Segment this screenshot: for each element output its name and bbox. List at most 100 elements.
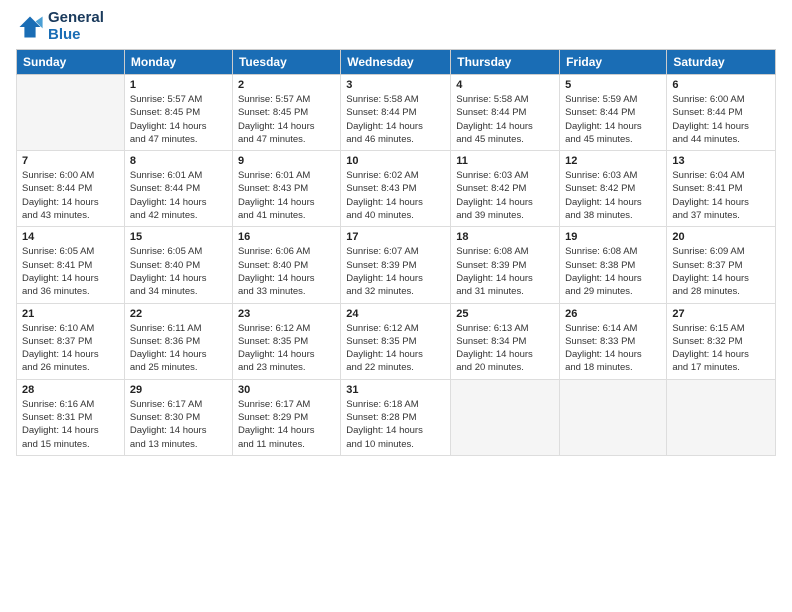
cell-content: Sunrise: 6:02 AM Sunset: 8:43 PM Dayligh…: [346, 169, 445, 222]
day-number: 11: [456, 155, 554, 167]
day-number: 14: [22, 231, 119, 243]
cell-content: Sunrise: 6:05 AM Sunset: 8:41 PM Dayligh…: [22, 245, 119, 298]
day-number: 6: [672, 79, 770, 91]
calendar-cell: 23 Sunrise: 6:12 AM Sunset: 8:35 PM Dayli…: [232, 303, 340, 379]
calendar-cell: 11 Sunrise: 6:03 AM Sunset: 8:42 PM Dayli…: [451, 151, 560, 227]
header-row: General Blue: [16, 10, 776, 43]
calendar-cell: 22Sunrise: 6:11 AM Sunset: 8:36 PM Dayli…: [124, 303, 232, 379]
col-wednesday: Wednesday: [341, 50, 451, 75]
calendar-table: Sunday Monday Tuesday Wednesday Thursday…: [16, 49, 776, 456]
day-number: 17: [346, 231, 445, 243]
calendar-cell: 30 Sunrise: 6:17 AM Sunset: 8:29 PM Dayli…: [232, 379, 340, 455]
calendar-cell: 4 Sunrise: 5:58 AM Sunset: 8:44 PM Daylig…: [451, 75, 560, 151]
calendar-week-row: 28 Sunrise: 6:16 AM Sunset: 8:31 PM Dayli…: [17, 379, 776, 455]
col-tuesday: Tuesday: [232, 50, 340, 75]
col-monday: Monday: [124, 50, 232, 75]
day-number: 21: [22, 308, 119, 320]
calendar-cell: 12 Sunrise: 6:03 AM Sunset: 8:42 PM Dayli…: [560, 151, 667, 227]
calendar-cell: 28 Sunrise: 6:16 AM Sunset: 8:31 PM Dayli…: [17, 379, 125, 455]
calendar-cell: 1Sunrise: 5:57 AM Sunset: 8:45 PM Daylig…: [124, 75, 232, 151]
logo-icon: [16, 13, 44, 41]
col-friday: Friday: [560, 50, 667, 75]
day-number: 5: [565, 79, 661, 91]
col-thursday: Thursday: [451, 50, 560, 75]
cell-content: Sunrise: 6:03 AM Sunset: 8:42 PM Dayligh…: [456, 169, 554, 222]
day-number: 3: [346, 79, 445, 91]
cell-content: Sunrise: 6:16 AM Sunset: 8:31 PM Dayligh…: [22, 398, 119, 451]
cell-content: Sunrise: 6:18 AM Sunset: 8:28 PM Dayligh…: [346, 398, 445, 451]
calendar-cell: 5 Sunrise: 5:59 AM Sunset: 8:44 PM Daylig…: [560, 75, 667, 151]
calendar-cell: [667, 379, 776, 455]
calendar-cell: 19 Sunrise: 6:08 AM Sunset: 8:38 PM Dayli…: [560, 227, 667, 303]
col-saturday: Saturday: [667, 50, 776, 75]
cell-content: Sunrise: 5:58 AM Sunset: 8:44 PM Dayligh…: [456, 93, 554, 146]
day-number: 10: [346, 155, 445, 167]
calendar-cell: 8Sunrise: 6:01 AM Sunset: 8:44 PM Daylig…: [124, 151, 232, 227]
day-number: 26: [565, 308, 661, 320]
calendar-cell: [17, 75, 125, 151]
calendar-week-row: 7 Sunrise: 6:00 AM Sunset: 8:44 PM Daylig…: [17, 151, 776, 227]
cell-content: Sunrise: 6:00 AM Sunset: 8:44 PM Dayligh…: [22, 169, 119, 222]
day-number: 7: [22, 155, 119, 167]
cell-content: Sunrise: 6:03 AM Sunset: 8:42 PM Dayligh…: [565, 169, 661, 222]
calendar-cell: 31 Sunrise: 6:18 AM Sunset: 8:28 PM Dayli…: [341, 379, 451, 455]
cell-content: Sunrise: 6:14 AM Sunset: 8:33 PM Dayligh…: [565, 322, 661, 375]
cell-content: Sunrise: 6:06 AM Sunset: 8:40 PM Dayligh…: [238, 245, 335, 298]
cell-content: Sunrise: 6:12 AM Sunset: 8:35 PM Dayligh…: [238, 322, 335, 375]
calendar-cell: 24 Sunrise: 6:12 AM Sunset: 8:35 PM Dayli…: [341, 303, 451, 379]
cell-content: Sunrise: 6:10 AM Sunset: 8:37 PM Dayligh…: [22, 322, 119, 375]
day-number: 25: [456, 308, 554, 320]
calendar-cell: 3Sunrise: 5:58 AM Sunset: 8:44 PM Daylig…: [341, 75, 451, 151]
day-number: 15: [130, 231, 227, 243]
cell-content: Sunrise: 6:07 AM Sunset: 8:39 PM Dayligh…: [346, 245, 445, 298]
calendar-cell: 6Sunrise: 6:00 AM Sunset: 8:44 PM Daylig…: [667, 75, 776, 151]
logo-text: General Blue: [48, 10, 104, 43]
day-number: 2: [238, 79, 335, 91]
day-number: 9: [238, 155, 335, 167]
calendar-cell: 16 Sunrise: 6:06 AM Sunset: 8:40 PM Dayli…: [232, 227, 340, 303]
cell-content: Sunrise: 6:09 AM Sunset: 8:37 PM Dayligh…: [672, 245, 770, 298]
day-number: 18: [456, 231, 554, 243]
calendar-week-row: 21 Sunrise: 6:10 AM Sunset: 8:37 PM Dayli…: [17, 303, 776, 379]
cell-content: Sunrise: 6:05 AM Sunset: 8:40 PM Dayligh…: [130, 245, 227, 298]
calendar-cell: 27 Sunrise: 6:15 AM Sunset: 8:32 PM Dayli…: [667, 303, 776, 379]
calendar-cell: 9 Sunrise: 6:01 AM Sunset: 8:43 PM Daylig…: [232, 151, 340, 227]
day-number: 28: [22, 384, 119, 396]
col-sunday: Sunday: [17, 50, 125, 75]
cell-content: Sunrise: 6:08 AM Sunset: 8:38 PM Dayligh…: [565, 245, 661, 298]
day-number: 30: [238, 384, 335, 396]
day-number: 24: [346, 308, 445, 320]
cell-content: Sunrise: 6:04 AM Sunset: 8:41 PM Dayligh…: [672, 169, 770, 222]
cell-content: Sunrise: 6:17 AM Sunset: 8:30 PM Dayligh…: [130, 398, 227, 451]
cell-content: Sunrise: 5:57 AM Sunset: 8:45 PM Dayligh…: [238, 93, 335, 146]
page-container: General Blue Sunday Monday Tuesday Wedne…: [0, 0, 792, 466]
day-number: 4: [456, 79, 554, 91]
cell-content: Sunrise: 5:57 AM Sunset: 8:45 PM Dayligh…: [130, 93, 227, 146]
calendar-cell: 29 Sunrise: 6:17 AM Sunset: 8:30 PM Dayli…: [124, 379, 232, 455]
cell-content: Sunrise: 6:15 AM Sunset: 8:32 PM Dayligh…: [672, 322, 770, 375]
calendar-cell: 14 Sunrise: 6:05 AM Sunset: 8:41 PM Dayli…: [17, 227, 125, 303]
calendar-cell: 21 Sunrise: 6:10 AM Sunset: 8:37 PM Dayli…: [17, 303, 125, 379]
calendar-cell: 26 Sunrise: 6:14 AM Sunset: 8:33 PM Dayli…: [560, 303, 667, 379]
cell-content: Sunrise: 6:01 AM Sunset: 8:43 PM Dayligh…: [238, 169, 335, 222]
cell-content: Sunrise: 6:13 AM Sunset: 8:34 PM Dayligh…: [456, 322, 554, 375]
day-number: 16: [238, 231, 335, 243]
cell-content: Sunrise: 6:17 AM Sunset: 8:29 PM Dayligh…: [238, 398, 335, 451]
day-number: 27: [672, 308, 770, 320]
day-number: 31: [346, 384, 445, 396]
calendar-cell: 20Sunrise: 6:09 AM Sunset: 8:37 PM Dayli…: [667, 227, 776, 303]
day-number: 12: [565, 155, 661, 167]
day-number: 8: [130, 155, 227, 167]
calendar-cell: [560, 379, 667, 455]
calendar-cell: 2 Sunrise: 5:57 AM Sunset: 8:45 PM Daylig…: [232, 75, 340, 151]
cell-content: Sunrise: 5:59 AM Sunset: 8:44 PM Dayligh…: [565, 93, 661, 146]
logo: General Blue: [16, 10, 104, 43]
calendar-cell: 7 Sunrise: 6:00 AM Sunset: 8:44 PM Daylig…: [17, 151, 125, 227]
day-number: 19: [565, 231, 661, 243]
cell-content: Sunrise: 6:12 AM Sunset: 8:35 PM Dayligh…: [346, 322, 445, 375]
day-number: 23: [238, 308, 335, 320]
calendar-cell: 17 Sunrise: 6:07 AM Sunset: 8:39 PM Dayli…: [341, 227, 451, 303]
calendar-cell: [451, 379, 560, 455]
day-number: 29: [130, 384, 227, 396]
day-number: 13: [672, 155, 770, 167]
